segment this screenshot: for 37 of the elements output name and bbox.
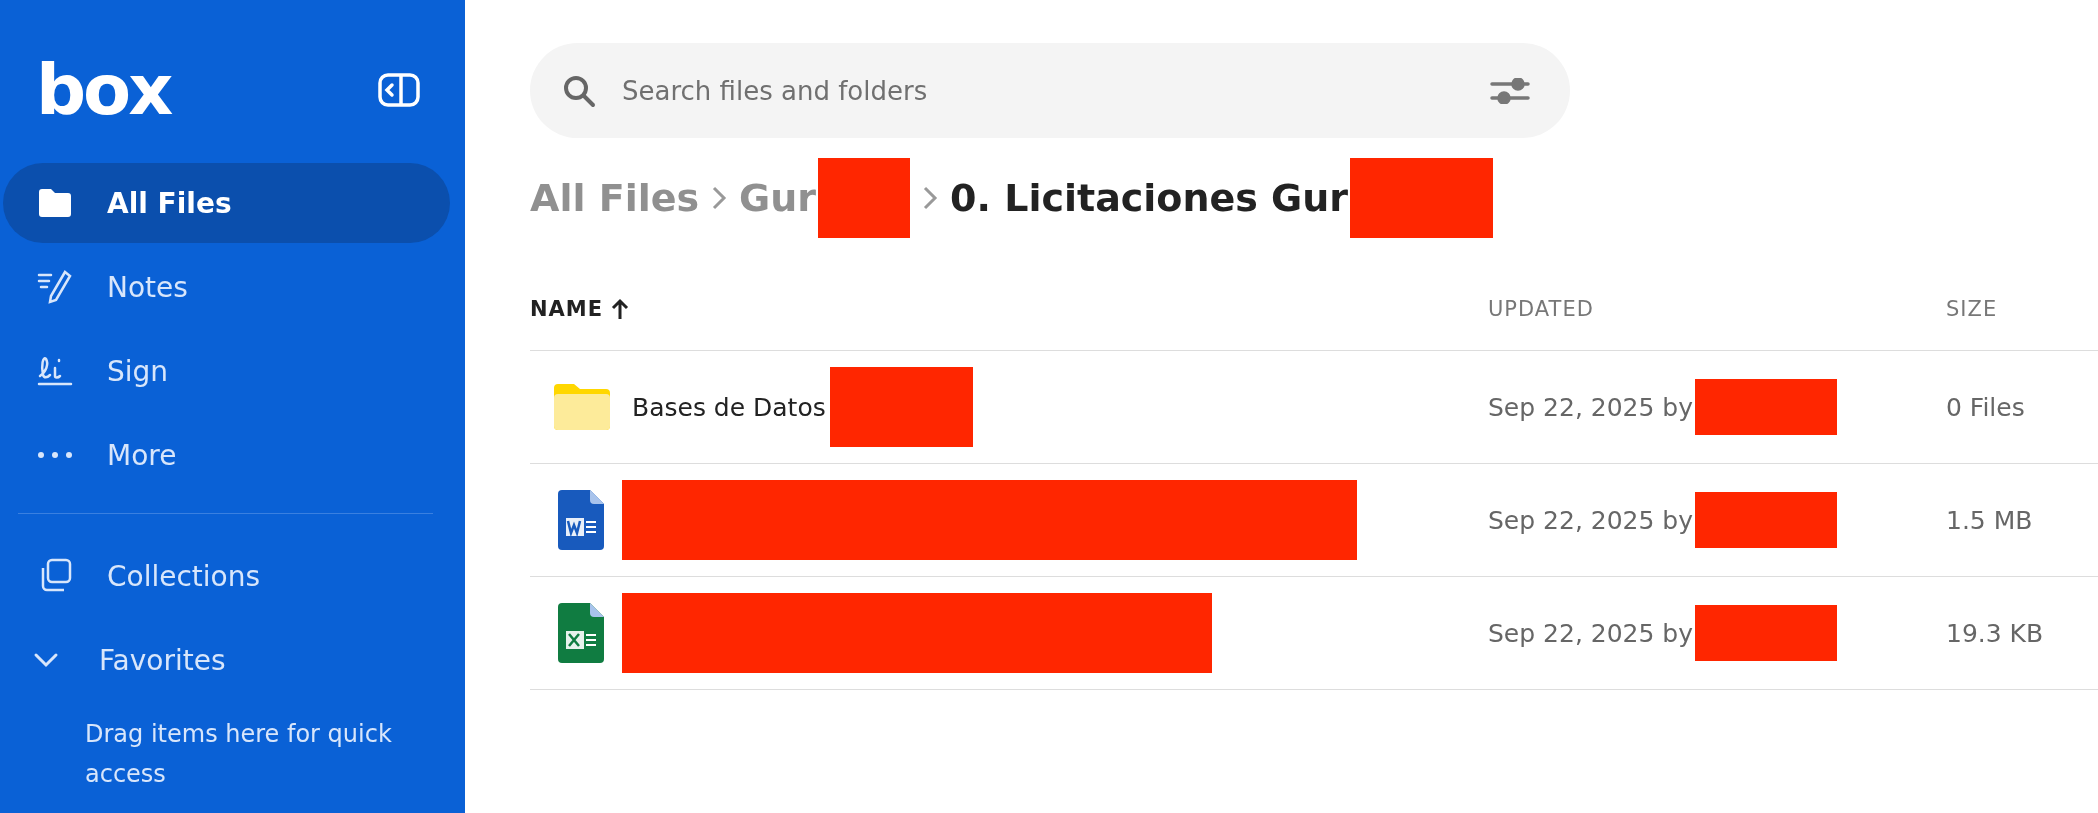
search-icon [562, 73, 596, 108]
column-header[interactable]: NAME [530, 297, 1488, 321]
file-name[interactable]: Bases de Datos [632, 392, 826, 422]
favorites-hint: Drag items here for quick access [84, 719, 393, 790]
nav-item[interactable]: Notes [3, 247, 450, 327]
signature-icon [37, 354, 73, 388]
spreadsheet-icon [558, 603, 606, 663]
updated-date: Sep 22, 2025 by [1488, 505, 1693, 535]
logo: box [36, 55, 171, 125]
chevron-right-icon [922, 184, 939, 212]
filter-icon[interactable] [1490, 77, 1530, 104]
breadcrumb-link[interactable]: All Files [530, 176, 700, 220]
sort-arrow-icon [611, 298, 630, 320]
nav-item[interactable]: More [3, 415, 450, 495]
updated-date: Sep 22, 2025 by [1488, 618, 1693, 648]
search-field[interactable]: Search files and folders [620, 74, 1466, 107]
file-size: 0 Files [1946, 392, 2026, 422]
breadcrumb-link[interactable]: Gur [739, 176, 817, 220]
folder-icon [37, 188, 73, 218]
current-folder-title: 0. Licitaciones Gur [950, 176, 1349, 220]
search-bar[interactable]: Search files and folders [530, 43, 1570, 138]
nav-item[interactable]: Favorites [3, 620, 450, 700]
column-header[interactable]: UPDATED [1488, 297, 1946, 321]
chevron-icon [33, 652, 59, 668]
nav-item[interactable]: Sign [3, 331, 450, 411]
file-size: 1.5 MB [1946, 505, 2034, 535]
column-header[interactable]: SIZE [1946, 297, 2098, 321]
nav-item[interactable]: Collections [3, 536, 450, 616]
pen-lines-icon [37, 270, 73, 304]
updated-date: Sep 22, 2025 by [1488, 392, 1693, 422]
chevron-right-icon [711, 184, 728, 212]
more-icon [37, 451, 73, 459]
nav-item[interactable]: All Files [3, 163, 450, 243]
folder-icon [552, 382, 612, 432]
word-document-icon [558, 490, 606, 550]
collapse-sidebar-icon[interactable] [378, 73, 420, 107]
file-size: 19.3 KB [1946, 618, 2045, 648]
